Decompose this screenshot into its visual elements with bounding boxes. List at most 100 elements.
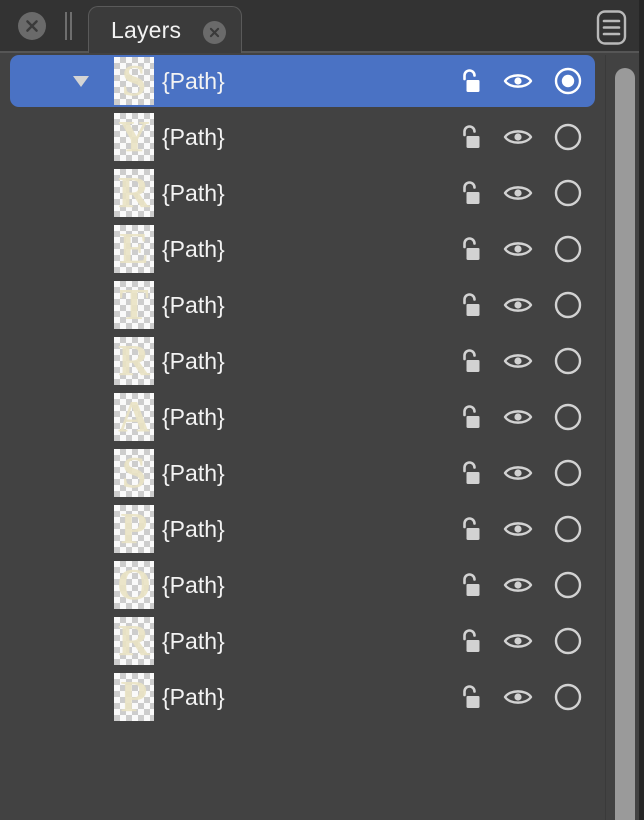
panel-right-edge: [639, 0, 644, 820]
radio-icon: [554, 123, 582, 151]
layer-thumbnail[interactable]: P: [114, 673, 154, 721]
unlock-icon[interactable]: [457, 179, 483, 207]
target-radio-button[interactable]: [553, 402, 583, 432]
eye-icon: [503, 186, 533, 200]
eye-visibility-icon[interactable]: [503, 70, 533, 92]
layer-thumbnail[interactable]: R: [114, 337, 154, 385]
layer-name-label: {Path}: [162, 403, 225, 430]
eye-visibility-icon[interactable]: [503, 238, 533, 260]
eye-icon: [503, 242, 533, 256]
unlock-icon[interactable]: [457, 459, 483, 487]
layer-thumbnail[interactable]: E: [114, 225, 154, 273]
layer-name-label: {Path}: [162, 123, 225, 150]
eye-visibility-icon[interactable]: [503, 350, 533, 372]
layer-row-controls: [457, 402, 583, 432]
layer-row[interactable]: Y {Path}: [10, 111, 595, 163]
unlock-icon: [463, 293, 480, 316]
target-radio-button[interactable]: [553, 682, 583, 712]
eye-visibility-icon[interactable]: [503, 182, 533, 204]
target-radio-button[interactable]: [553, 290, 583, 320]
unlock-icon: [463, 461, 480, 484]
unlock-icon[interactable]: [457, 571, 483, 599]
disclosure-triangle-icon[interactable]: [68, 71, 94, 91]
panel-drag-handle[interactable]: [64, 12, 74, 40]
layer-row[interactable]: P {Path}: [10, 503, 595, 555]
eye-visibility-icon[interactable]: [503, 126, 533, 148]
unlock-icon: [463, 69, 480, 92]
target-radio-button[interactable]: [553, 178, 583, 208]
radio-icon: [554, 571, 582, 599]
layer-row[interactable]: S {Path}: [10, 447, 595, 499]
radio-icon: [554, 683, 582, 711]
eye-visibility-icon[interactable]: [503, 406, 533, 428]
unlock-icon[interactable]: [457, 123, 483, 151]
unlock-icon[interactable]: [457, 67, 483, 95]
eye-icon: [503, 130, 533, 144]
layer-row[interactable]: O {Path}: [10, 559, 595, 611]
eye-visibility-icon[interactable]: [503, 518, 533, 540]
radio-icon: [554, 179, 582, 207]
layer-thumbnail[interactable]: R: [114, 169, 154, 217]
eye-visibility-icon[interactable]: [503, 686, 533, 708]
target-radio-button[interactable]: [553, 570, 583, 600]
eye-icon: [503, 634, 533, 648]
layer-row[interactable]: S {Path}: [10, 55, 595, 107]
eye-visibility-icon[interactable]: [503, 462, 533, 484]
layer-thumbnail-glyph: S: [121, 57, 147, 105]
layers-panel: Layers S {Path} Y {Path} R {Path} E {Path} T {Pat…: [0, 0, 644, 820]
layer-row-controls: [457, 178, 583, 208]
layer-row-controls: [457, 458, 583, 488]
panel-menu-button[interactable]: [595, 9, 628, 46]
layer-row-controls: [457, 290, 583, 320]
target-radio-button[interactable]: [553, 514, 583, 544]
eye-visibility-icon[interactable]: [503, 630, 533, 652]
unlock-icon[interactable]: [457, 403, 483, 431]
tab-layers[interactable]: Layers: [88, 6, 242, 53]
target-radio-button[interactable]: [553, 66, 583, 96]
layer-thumbnail[interactable]: O: [114, 561, 154, 609]
unlock-icon[interactable]: [457, 235, 483, 263]
layer-row[interactable]: R {Path}: [10, 167, 595, 219]
close-icon: [26, 20, 38, 32]
layer-name-label: {Path}: [162, 291, 225, 318]
vertical-scrollbar-thumb[interactable]: [615, 68, 635, 820]
layer-name-label: {Path}: [162, 67, 225, 94]
layer-list[interactable]: S {Path} Y {Path} R {Path} E {Path} T {Path} R {Pat…: [0, 55, 605, 820]
layer-row[interactable]: R {Path}: [10, 335, 595, 387]
close-panel-button[interactable]: [18, 12, 46, 40]
chevron-down-icon: [73, 76, 89, 87]
layer-row[interactable]: P {Path}: [10, 671, 595, 723]
unlock-icon[interactable]: [457, 291, 483, 319]
tab-close-button[interactable]: [203, 21, 226, 44]
target-radio-button[interactable]: [553, 234, 583, 264]
unlock-icon[interactable]: [457, 515, 483, 543]
eye-icon: [503, 578, 533, 592]
layer-thumbnail[interactable]: A: [114, 393, 154, 441]
unlock-icon[interactable]: [457, 347, 483, 375]
unlock-icon: [463, 349, 480, 372]
eye-visibility-icon[interactable]: [503, 294, 533, 316]
layer-thumbnail[interactable]: S: [114, 449, 154, 497]
layer-thumbnail[interactable]: T: [114, 281, 154, 329]
layer-name-label: {Path}: [162, 179, 225, 206]
hamburger-menu-icon: [596, 10, 627, 45]
unlock-icon[interactable]: [457, 683, 483, 711]
target-radio-button[interactable]: [553, 626, 583, 656]
layer-row[interactable]: A {Path}: [10, 391, 595, 443]
layer-row-controls: [457, 66, 583, 96]
unlock-icon[interactable]: [457, 627, 483, 655]
target-radio-button[interactable]: [553, 122, 583, 152]
layer-row-controls: [457, 626, 583, 656]
radio-icon: [554, 459, 582, 487]
layer-row[interactable]: R {Path}: [10, 615, 595, 667]
layer-row[interactable]: T {Path}: [10, 279, 595, 331]
eye-icon: [503, 74, 533, 88]
layer-thumbnail[interactable]: Y: [114, 113, 154, 161]
layer-thumbnail[interactable]: P: [114, 505, 154, 553]
target-radio-button[interactable]: [553, 346, 583, 376]
layer-thumbnail[interactable]: R: [114, 617, 154, 665]
target-radio-button[interactable]: [553, 458, 583, 488]
layer-thumbnail[interactable]: S: [114, 57, 154, 105]
layer-row[interactable]: E {Path}: [10, 223, 595, 275]
eye-visibility-icon[interactable]: [503, 574, 533, 596]
